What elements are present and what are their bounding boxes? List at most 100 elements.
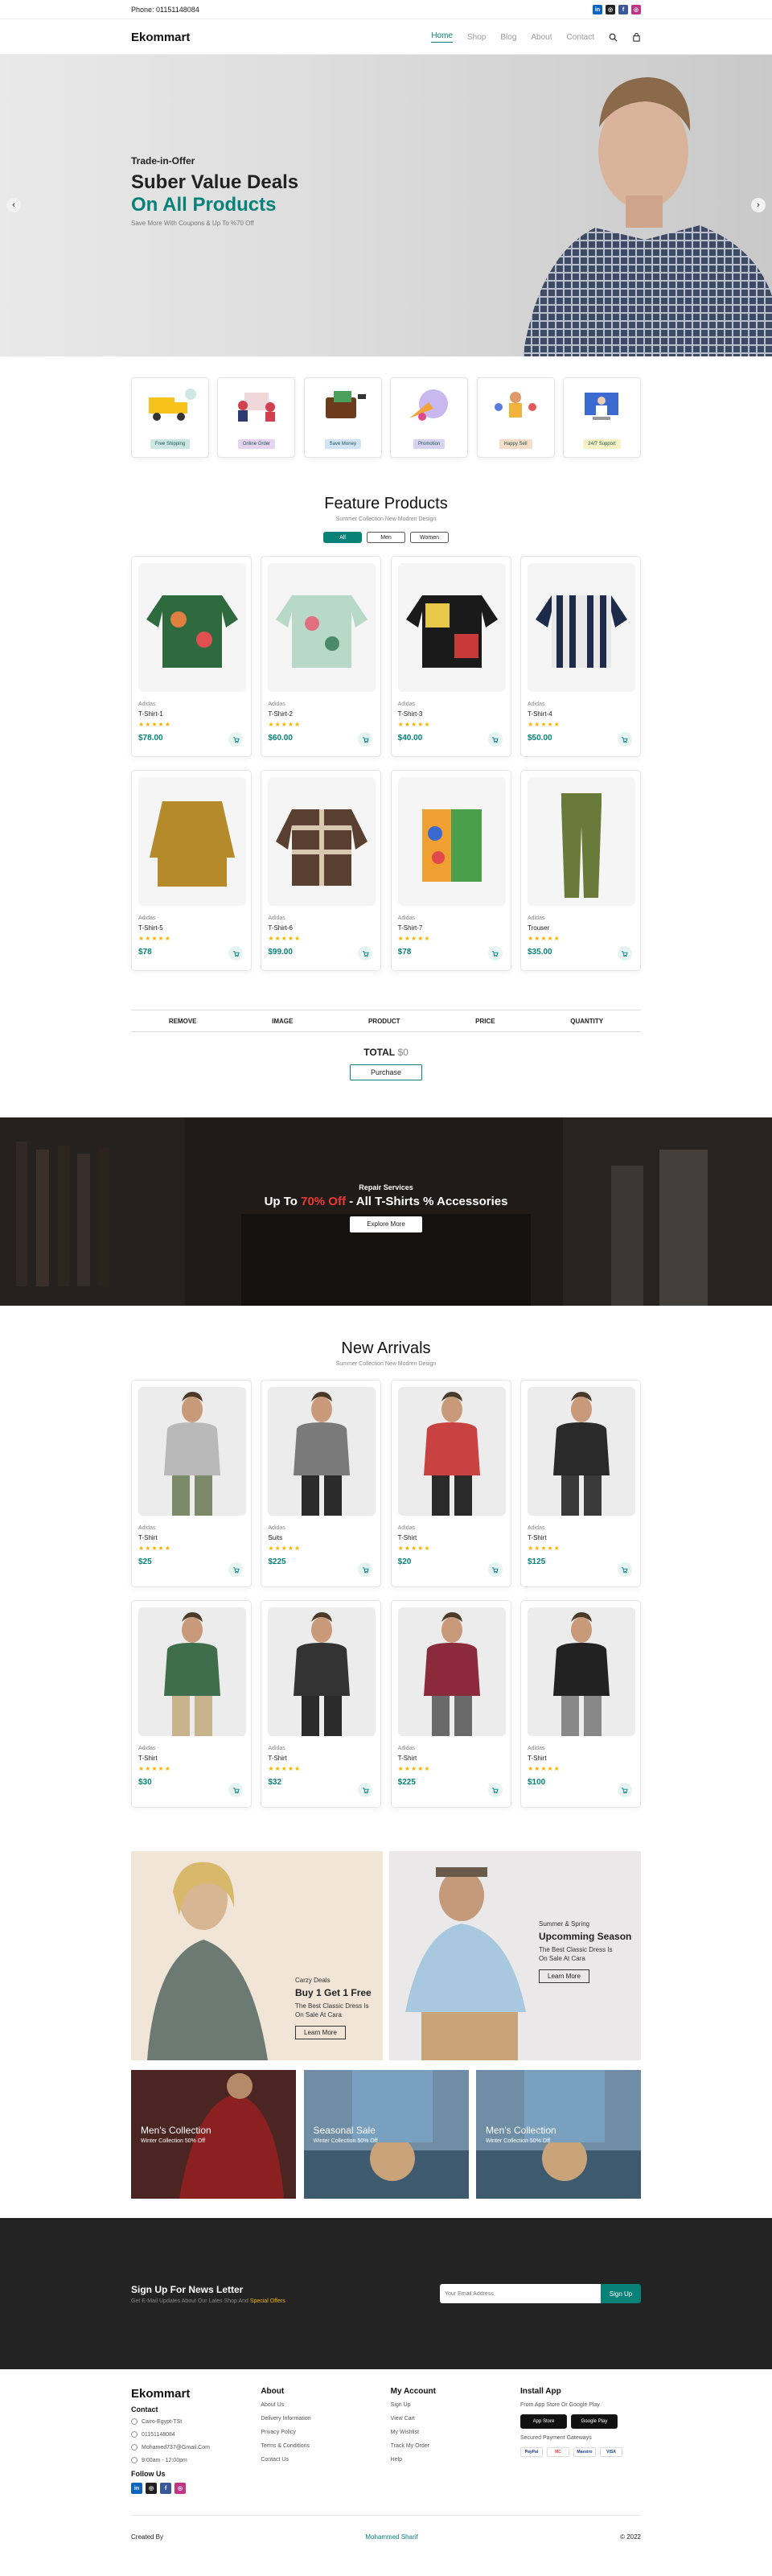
add-to-cart-icon[interactable] [487,732,503,747]
app-store-button[interactable]: App Store [519,2414,567,2429]
product-name[interactable]: T-Shirt-4 [528,710,634,718]
product-name[interactable]: T-Shirt [398,1755,504,1762]
product-card[interactable]: Adidas T-Shirt ★★★★★ $30 [131,1600,252,1808]
slider-next-button[interactable]: › [751,198,766,212]
add-to-cart-icon[interactable] [617,1562,632,1577]
product-card[interactable]: Adidas Suits ★★★★★ $225 [261,1380,382,1587]
purchase-button[interactable]: Purchase [350,1064,422,1080]
product-card[interactable]: Adidas Trouser ★★★★★ $35.00 [519,770,641,971]
product-name[interactable]: T-Shirt [268,1755,374,1762]
product-card[interactable]: Adidas T-Shirt-7 ★★★★★ $78 [390,770,511,971]
product-name[interactable]: T-Shirt-3 [398,710,504,718]
product-card[interactable]: Adidas T-Shirt-2 ★★★★★ $60.00 [261,556,382,757]
footer-link[interactable]: Privacy Policy [261,2430,381,2435]
product-image[interactable] [138,1387,246,1516]
collection-box[interactable]: Men's Collection Winter Collection 50% Of… [131,2070,296,2199]
product-image[interactable] [268,777,376,906]
collection-box[interactable]: Men's Collection Winter Collection 50% Of… [476,2070,641,2199]
add-to-cart-icon[interactable] [617,732,632,747]
search-icon[interactable] [609,33,618,42]
facebook-icon[interactable]: f [160,2483,171,2494]
product-card[interactable]: Adidas T-Shirt ★★★★★ $100 [519,1600,641,1808]
sign-up-button[interactable]: Sign Up [601,2284,641,2303]
product-card[interactable]: Adidas T-Shirt-5 ★★★★★ $78 [131,770,252,971]
product-card[interactable]: Adidas T-Shirt-6 ★★★★★ $99.00 [261,770,382,971]
product-image[interactable] [268,563,376,692]
nav-blog[interactable]: Blog [500,33,516,42]
product-name[interactable]: T-Shirt-5 [138,924,244,932]
footer-link[interactable]: Delivery Information [261,2416,381,2422]
add-to-cart-icon[interactable] [358,1562,373,1577]
slider-prev-button[interactable]: ‹ [6,198,21,212]
add-to-cart-icon[interactable] [617,946,632,961]
add-to-cart-icon[interactable] [228,946,243,961]
add-to-cart-icon[interactable] [487,946,503,961]
instagram-icon[interactable]: ◎ [631,5,641,14]
product-image[interactable] [527,777,635,906]
footer-link[interactable]: Contact Us [261,2457,381,2463]
product-name[interactable]: T-Shirt-1 [138,710,244,718]
bag-icon[interactable] [632,32,641,42]
product-name[interactable]: T-Shirt-6 [268,924,374,932]
product-card[interactable]: Adidas T-Shirt-4 ★★★★★ $50.00 [519,556,641,757]
product-name[interactable]: T-Shirt [528,1534,634,1541]
footer-link[interactable]: View Cart [391,2416,511,2422]
product-name[interactable]: T-Shirt [138,1755,244,1762]
product-name[interactable]: T-Shirt-7 [398,924,504,932]
footer-link[interactable]: About Us [261,2402,381,2408]
add-to-cart-icon[interactable] [228,1562,243,1577]
product-image[interactable] [268,1387,376,1516]
add-to-cart-icon[interactable] [358,732,373,747]
product-image[interactable] [527,563,635,692]
product-image[interactable] [397,1607,506,1736]
explore-more-button[interactable]: Explore More [350,1216,422,1232]
product-name[interactable]: T-Shirt-2 [268,710,374,718]
product-name[interactable]: T-Shirt [528,1755,634,1762]
product-name[interactable]: Trouser [528,924,634,932]
product-card[interactable]: Adidas T-Shirt ★★★★★ $32 [261,1600,382,1808]
footer-link[interactable]: My Wishlist [391,2430,511,2435]
product-image[interactable] [397,563,506,692]
filter-men[interactable]: Men [367,532,405,543]
instagram-icon[interactable]: ◎ [146,2483,157,2494]
filter-women[interactable]: Women [410,532,449,543]
footer-link[interactable]: Terms & Conditions [261,2443,381,2449]
product-image[interactable] [268,1607,376,1736]
product-image[interactable] [527,1607,635,1736]
product-card[interactable]: Adidas T-Shirt-1 ★★★★★ $78.00 [131,556,252,757]
collection-box[interactable]: Seasonal Sale Winter Collection 50% Off [303,2070,469,2199]
add-to-cart-icon[interactable] [358,946,373,961]
add-to-cart-icon[interactable] [487,1783,503,1797]
learn-more-button[interactable]: Learn More [539,1969,589,1983]
nav-shop[interactable]: Shop [467,33,486,42]
product-name[interactable]: T-Shirt [398,1534,504,1541]
product-image[interactable] [138,1607,246,1736]
footer-link[interactable]: Help [391,2457,511,2463]
product-image[interactable] [138,563,246,692]
product-name[interactable]: T-Shirt [138,1534,244,1541]
add-to-cart-icon[interactable] [617,1783,632,1797]
linkedin-icon[interactable]: in [593,5,602,14]
facebook-icon[interactable]: f [618,5,628,14]
product-image[interactable] [397,777,506,906]
instagram-icon[interactable]: ◎ [606,5,615,14]
product-card[interactable]: Adidas T-Shirt ★★★★★ $20 [390,1380,511,1587]
filter-all[interactable]: All [323,532,362,543]
site-logo[interactable]: Ekommart [131,31,190,44]
nav-about[interactable]: About [531,33,552,42]
linkedin-icon[interactable]: in [131,2483,142,2494]
add-to-cart-icon[interactable] [228,1783,243,1797]
product-card[interactable]: Adidas T-Shirt ★★★★★ $225 [390,1600,511,1808]
nav-home[interactable]: Home [431,31,454,43]
footer-link[interactable]: Sign Up [391,2402,511,2408]
product-image[interactable] [527,1387,635,1516]
product-image[interactable] [138,777,246,906]
product-card[interactable]: Adidas T-Shirt ★★★★★ $25 [131,1380,252,1587]
product-name[interactable]: Suits [268,1534,374,1541]
add-to-cart-icon[interactable] [228,732,243,747]
google-play-button[interactable]: Google Play [570,2414,618,2429]
product-card[interactable]: Adidas T-Shirt-3 ★★★★★ $40.00 [390,556,511,757]
credit-author[interactable]: Mohammed Sharif [365,2533,417,2541]
product-image[interactable] [397,1387,506,1516]
add-to-cart-icon[interactable] [487,1562,503,1577]
